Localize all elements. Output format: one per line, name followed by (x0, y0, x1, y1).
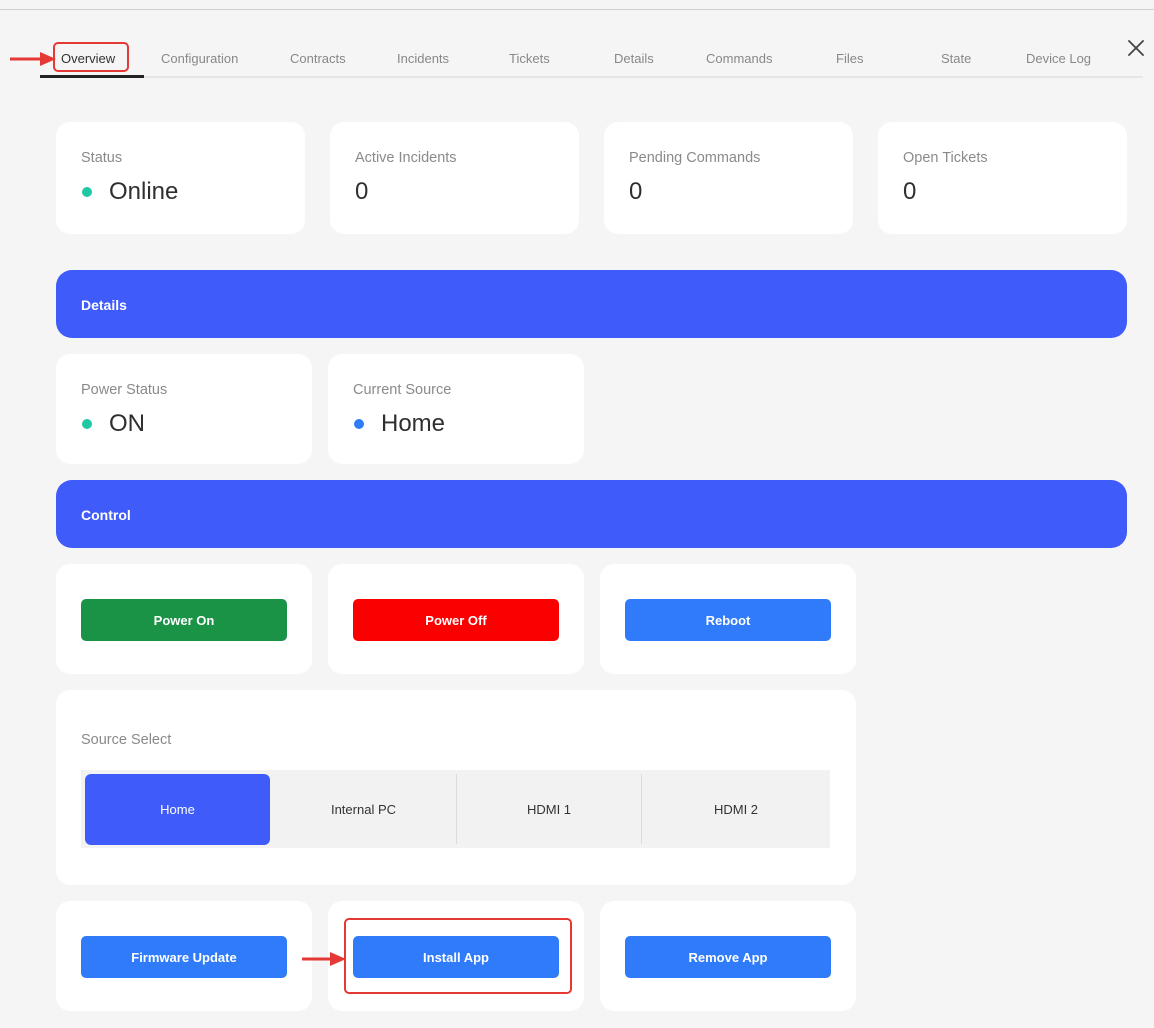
active-incidents-card: Active Incidents 0 (330, 122, 579, 234)
tab-state[interactable]: State (941, 51, 971, 66)
details-section-header: Details (56, 270, 1127, 338)
reboot-card: Reboot (600, 564, 856, 674)
active-tab-indicator (40, 75, 144, 78)
current-source-label: Current Source (353, 382, 452, 398)
remove-app-card: Remove App (600, 901, 856, 1011)
current-source-card: Current Source Home (328, 354, 584, 464)
firmware-update-card: Firmware Update (56, 901, 312, 1011)
open-tickets-label: Open Tickets (903, 150, 988, 166)
power-off-card: Power Off (328, 564, 584, 674)
tab-overview[interactable]: Overview (61, 51, 115, 66)
remove-app-button[interactable]: Remove App (625, 936, 831, 978)
source-option-home[interactable]: Home (85, 774, 270, 845)
control-section-header: Control (56, 480, 1127, 548)
install-app-card: Install App (328, 901, 584, 1011)
open-tickets-value: 0 (903, 178, 917, 205)
control-section-title: Control (81, 507, 131, 523)
tab-incidents[interactable]: Incidents (397, 51, 449, 66)
source-option-internal-pc[interactable]: Internal PC (271, 770, 456, 848)
tab-configuration[interactable]: Configuration (161, 51, 238, 66)
reboot-button[interactable]: Reboot (625, 599, 831, 641)
source-select-label: Source Select (81, 732, 172, 748)
power-off-button[interactable]: Power Off (353, 599, 559, 641)
install-app-button[interactable]: Install App (353, 936, 559, 978)
details-section-title: Details (81, 297, 127, 313)
close-icon[interactable] (1126, 38, 1146, 58)
tab-tickets[interactable]: Tickets (509, 51, 550, 66)
top-divider (0, 9, 1154, 10)
power-status-value: ON (81, 410, 145, 438)
current-source-value: Home (353, 410, 445, 438)
pending-commands-value: 0 (629, 178, 643, 205)
power-dot-icon (82, 419, 92, 429)
online-dot-icon (82, 187, 92, 197)
firmware-update-button[interactable]: Firmware Update (81, 936, 287, 978)
power-status-label: Power Status (81, 382, 168, 398)
active-incidents-value: 0 (355, 178, 369, 205)
power-status-text: ON (109, 410, 145, 437)
source-option-hdmi-2[interactable]: HDMI 2 (642, 770, 830, 848)
source-dot-icon (354, 419, 364, 429)
pending-commands-card: Pending Commands 0 (604, 122, 853, 234)
status-text: Online (109, 178, 179, 205)
source-option-hdmi-1[interactable]: HDMI 1 (457, 770, 641, 848)
power-status-card: Power Status ON (56, 354, 312, 464)
tab-details[interactable]: Details (614, 51, 654, 66)
status-card: Status Online (56, 122, 305, 234)
active-incidents-label: Active Incidents (355, 150, 457, 166)
open-tickets-card: Open Tickets 0 (878, 122, 1127, 234)
status-value: Online (81, 178, 178, 206)
power-on-card: Power On (56, 564, 312, 674)
tab-commands[interactable]: Commands (706, 51, 772, 66)
current-source-text: Home (381, 410, 446, 437)
tab-bar: Overview Configuration Contracts Inciden… (40, 42, 1143, 78)
pending-commands-label: Pending Commands (629, 150, 761, 166)
source-select-card: Source Select Home Internal PC HDMI 1 HD… (56, 690, 856, 885)
power-on-button[interactable]: Power On (81, 599, 287, 641)
tab-contracts[interactable]: Contracts (290, 51, 346, 66)
status-label: Status (81, 150, 123, 166)
source-select-control: Home Internal PC HDMI 1 HDMI 2 (81, 770, 830, 848)
tab-files[interactable]: Files (836, 51, 863, 66)
tab-device-log[interactable]: Device Log (1026, 51, 1091, 66)
